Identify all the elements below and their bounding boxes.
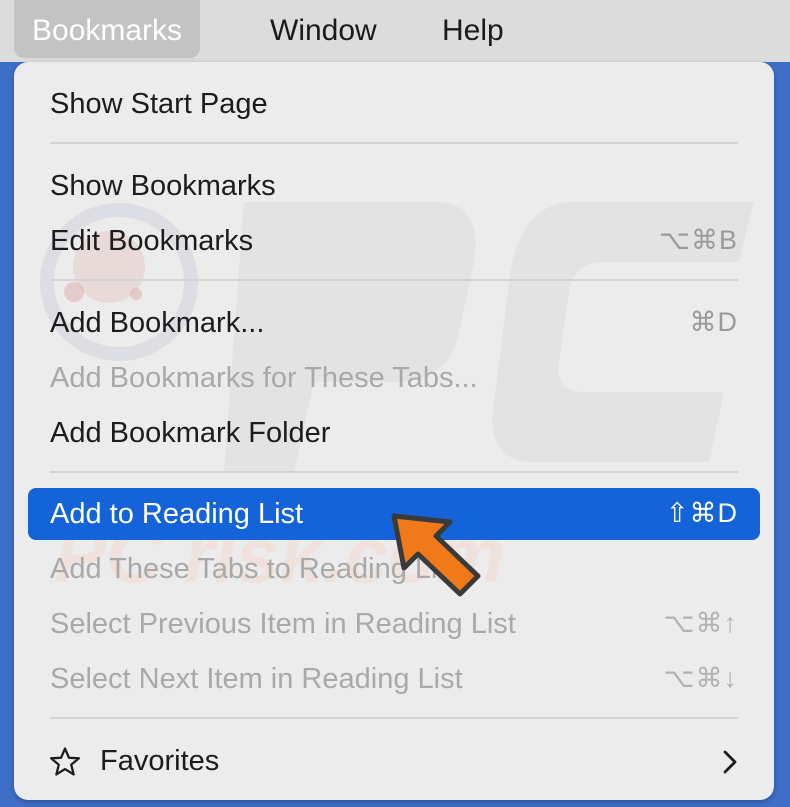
menu-separator: [50, 717, 738, 719]
menubar-window[interactable]: Window: [252, 0, 395, 58]
menu-item-edit-bookmarks[interactable]: Edit Bookmarks ⌥⌘B: [28, 215, 760, 267]
menu-item-label: Add Bookmarks for These Tabs...: [50, 362, 478, 394]
menu-item-label: Edit Bookmarks: [50, 225, 254, 257]
menu-item-shortcut: ⌥⌘B: [658, 225, 738, 255]
menu-item-label: Add Bookmark...: [50, 307, 265, 339]
menu-separator: [50, 279, 738, 281]
menu-item-label: Show Start Page: [50, 88, 268, 120]
menu-item-label: Select Previous Item in Reading List: [50, 608, 516, 640]
menu-item-label: Favorites: [100, 745, 220, 777]
star-icon: [49, 747, 81, 776]
menu-item-shortcut: ⌘D: [689, 307, 738, 337]
menubar-bookmarks[interactable]: Bookmarks: [14, 0, 201, 58]
chevron-right-icon: [723, 750, 737, 774]
menu-separator: [50, 142, 738, 144]
menu-item-label: Select Next Item in Reading List: [50, 663, 463, 695]
menu-item-label: Add Bookmark Folder: [50, 417, 331, 449]
menu-item-add-bookmark-folder[interactable]: Add Bookmark Folder: [28, 407, 760, 459]
menu-item-shortcut: ⌥⌘↓: [663, 663, 738, 693]
menu-item-shortcut: ⇧⌘D: [665, 498, 738, 528]
menu-item-select-previous-reading-list: Select Previous Item in Reading List ⌥⌘↑: [28, 598, 760, 650]
menu-item-add-bookmark[interactable]: Add Bookmark... ⌘D: [28, 297, 760, 349]
menu-item-select-next-reading-list: Select Next Item in Reading List ⌥⌘↓: [28, 653, 760, 705]
menu-item-show-start-page[interactable]: Show Start Page: [28, 78, 760, 130]
annotation-arrow-icon: [391, 513, 481, 597]
menu-bar: Bookmarks Window Help: [0, 0, 790, 62]
menubar-help[interactable]: Help: [424, 0, 522, 58]
menu-item-favorites[interactable]: Favorites: [28, 735, 760, 787]
menu-item-show-bookmarks[interactable]: Show Bookmarks: [28, 160, 760, 212]
menu-item-shortcut: ⌥⌘↑: [663, 608, 738, 638]
bookmarks-menu: PC risk.com Show Start Page Show Bookmar…: [14, 62, 774, 800]
menu-item-add-bookmarks-for-tabs: Add Bookmarks for These Tabs...: [28, 352, 760, 404]
menu-separator: [50, 471, 738, 473]
menu-item-label: Show Bookmarks: [50, 170, 276, 202]
menu-item-label: Add to Reading List: [50, 498, 304, 530]
